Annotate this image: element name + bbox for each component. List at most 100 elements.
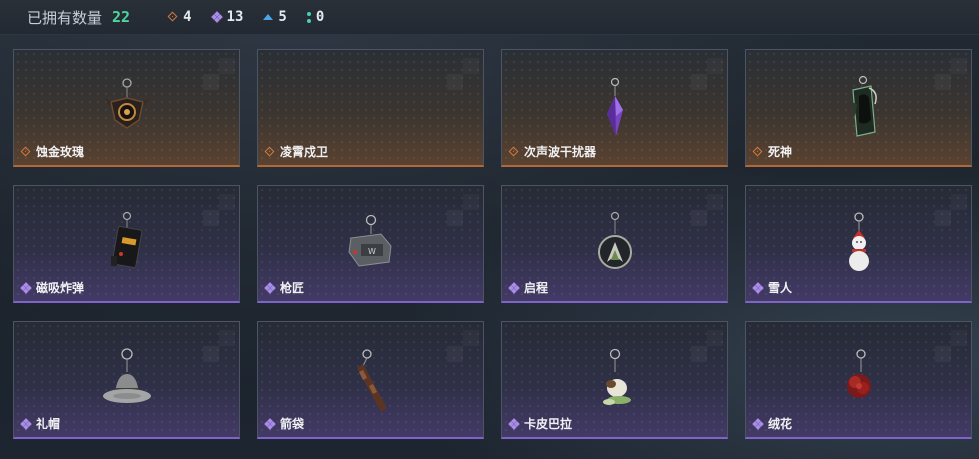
purple-diamond-icon (752, 281, 764, 294)
card-decor (447, 74, 463, 90)
orange-diamond-icon (508, 146, 519, 157)
teal-rarity-count: 0 (306, 9, 325, 25)
card-decor (951, 330, 967, 346)
purple-diamond-icon (264, 281, 276, 294)
charm-name: 雪人 (768, 281, 793, 295)
card-name-row: 雪人 (752, 279, 793, 296)
card-name-row: 磁吸炸弹 (20, 279, 85, 296)
reaper-card-charm-icon (850, 75, 877, 137)
charm-name: 次声波干扰器 (524, 145, 597, 159)
card-decor (447, 346, 463, 362)
card-name-row: 绒花 (752, 415, 793, 432)
card-decor (219, 58, 235, 74)
charm-name: 箭袋 (280, 417, 305, 431)
card-decor (935, 346, 951, 362)
owned-count-value: 22 (112, 8, 131, 26)
charm-grid: 蚀金玫瑰 凌霄戍卫 次声波干扰器 死神 磁吸炸弹 W 枪匠 启程 雪人 礼帽 箭… (13, 49, 972, 439)
charm-card-departure[interactable]: 启程 (501, 185, 728, 303)
blue-chevron-icon (263, 14, 274, 20)
orange-diamond-icon (752, 146, 763, 157)
charm-name: 礼帽 (36, 417, 61, 431)
card-decor (203, 74, 219, 90)
charm-card-infrasound-jammer[interactable]: 次声波干扰器 (501, 49, 728, 167)
red-flower-charm-icon (846, 349, 871, 398)
charm-card-guardian[interactable]: 凌霄戍卫 (257, 49, 484, 167)
card-decor (707, 194, 723, 210)
purple-diamond-icon (210, 11, 223, 23)
charm-name: 死神 (768, 145, 793, 159)
purple-rarity-count: 13 (210, 9, 244, 25)
snowman-charm-icon (848, 212, 869, 271)
charm-name: 卡皮巴拉 (524, 417, 573, 431)
card-decor (447, 210, 463, 226)
quiver-charm-icon (356, 349, 387, 412)
svg-text:W: W (368, 247, 376, 256)
card-decor (707, 330, 723, 346)
charm-card-quiver[interactable]: 箭袋 (257, 321, 484, 439)
card-decor (203, 210, 219, 226)
collection-header: 已拥有数量 22 4 13 5 0 (0, 0, 979, 35)
orange-diamond-icon (20, 146, 31, 157)
purple-crystal-charm-icon (606, 77, 623, 136)
charm-card-rose[interactable]: 蚀金玫瑰 (13, 49, 240, 167)
blue-rarity-count: 5 (263, 9, 287, 25)
card-decor (951, 194, 967, 210)
card-decor (691, 74, 707, 90)
purple-diamond-icon (508, 281, 520, 294)
charm-card-snowman[interactable]: 雪人 (745, 185, 972, 303)
card-name-row: 枪匠 (264, 279, 305, 296)
bomb-charm-icon (110, 211, 142, 268)
charm-name: 枪匠 (280, 281, 305, 295)
card-decor (691, 210, 707, 226)
charm-card-capybara[interactable]: 卡皮巴拉 (501, 321, 728, 439)
card-name-row: 死神 (752, 143, 793, 160)
owned-count-label: 已拥有数量 (27, 8, 103, 27)
rose-emblem-charm-icon (104, 78, 149, 129)
charm-card-gunsmith[interactable]: W 枪匠 (257, 185, 484, 303)
card-decor (935, 210, 951, 226)
orange-count-value: 4 (183, 9, 192, 25)
card-name-row: 启程 (508, 279, 549, 296)
card-decor (463, 58, 479, 74)
hat-charm-icon (102, 348, 151, 403)
card-name-row: 凌霄戍卫 (264, 143, 329, 160)
charm-name: 蚀金玫瑰 (36, 145, 85, 159)
blue-count-value: 5 (278, 9, 287, 25)
ring-emblem-charm-icon (597, 211, 632, 269)
card-decor (951, 58, 967, 74)
charm-card-magnetic-bomb[interactable]: 磁吸炸弹 (13, 185, 240, 303)
charm-card-top-hat[interactable]: 礼帽 (13, 321, 240, 439)
orange-diamond-icon (167, 11, 178, 22)
purple-diamond-icon (20, 417, 32, 430)
teal-dots-icon (306, 11, 311, 23)
card-name-row: 箭袋 (264, 415, 305, 432)
card-decor (463, 330, 479, 346)
card-name-row: 礼帽 (20, 415, 61, 432)
orange-rarity-count: 4 (167, 9, 192, 25)
charm-collection-page: 已拥有数量 22 4 13 5 0 蚀金玫瑰 凌霄戍卫 次声波干扰器 死神 磁吸… (0, 0, 979, 459)
card-decor (203, 346, 219, 362)
card-decor (935, 74, 951, 90)
card-name-row: 次声波干扰器 (508, 143, 597, 160)
card-decor (463, 194, 479, 210)
card-name-row: 卡皮巴拉 (508, 415, 573, 432)
capybara-charm-icon (602, 348, 631, 405)
charm-name: 启程 (524, 281, 549, 295)
teal-count-value: 0 (315, 9, 325, 25)
purple-diamond-icon (20, 281, 32, 294)
card-name-row: 蚀金玫瑰 (20, 143, 85, 160)
orange-diamond-icon (264, 146, 275, 157)
purple-diamond-icon (508, 417, 520, 430)
charm-name: 磁吸炸弹 (36, 281, 85, 295)
purple-diamond-icon (752, 417, 764, 430)
card-decor (691, 346, 707, 362)
card-decor (219, 330, 235, 346)
charm-card-velvet-flower[interactable]: 绒花 (745, 321, 972, 439)
card-decor (707, 58, 723, 74)
gunsmith-plate-charm-icon: W (347, 214, 392, 267)
charm-card-reaper[interactable]: 死神 (745, 49, 972, 167)
purple-diamond-icon (264, 417, 276, 430)
purple-count-value: 13 (226, 9, 244, 25)
charm-name: 绒花 (768, 417, 793, 431)
charm-name: 凌霄戍卫 (280, 145, 329, 159)
